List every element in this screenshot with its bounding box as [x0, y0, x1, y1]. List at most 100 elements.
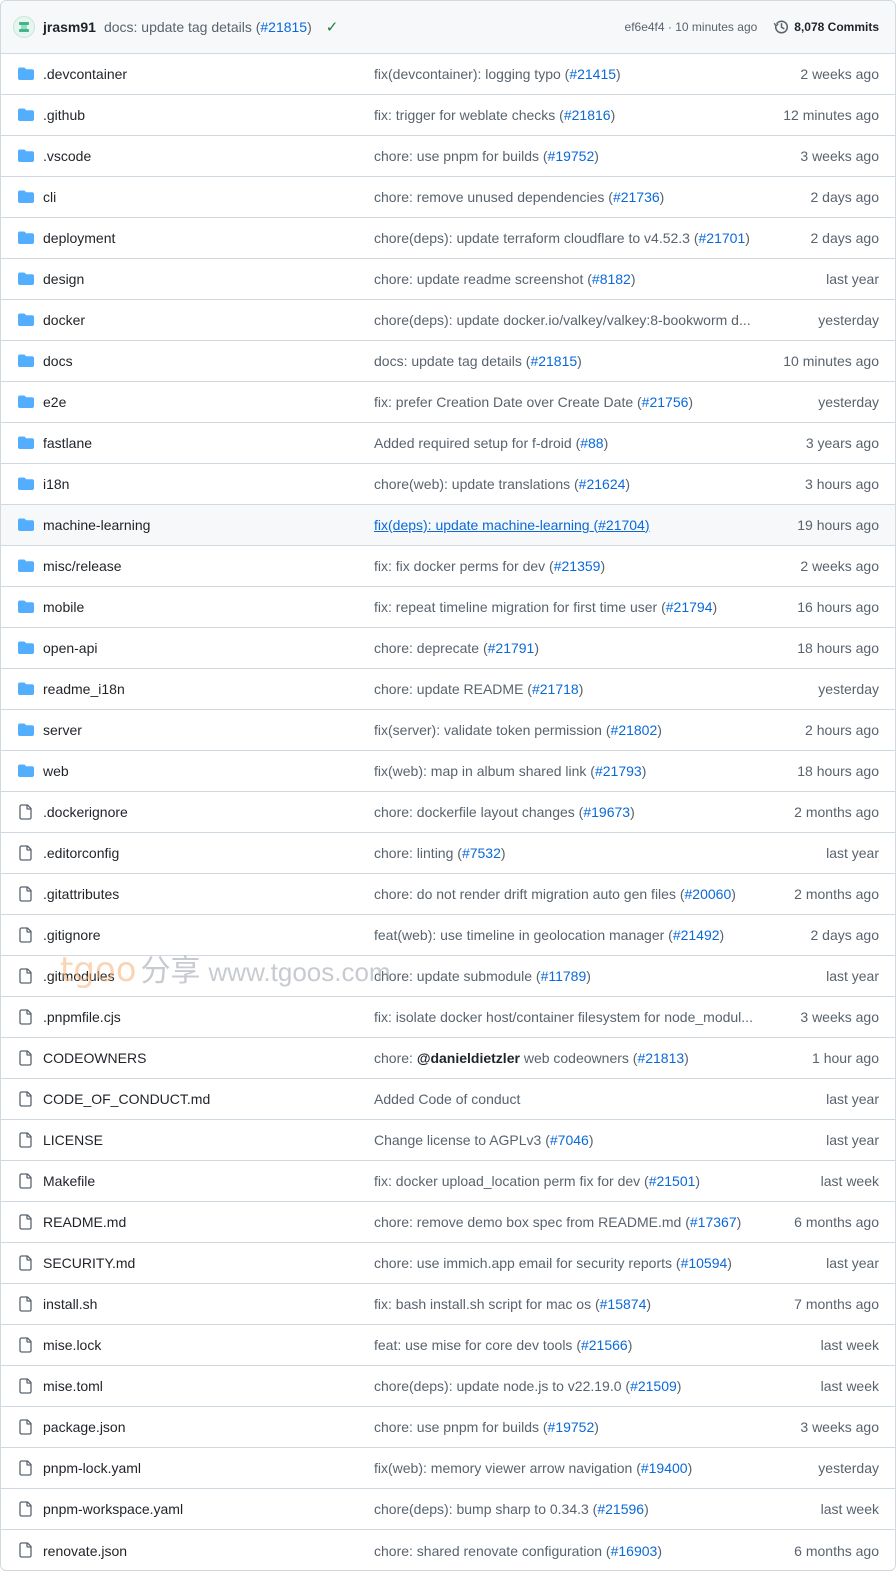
file-row[interactable]: docs docs: update tag details (#21815) 10 …: [1, 341, 895, 382]
file-row[interactable]: i18n chore(web): update translations (#21…: [1, 464, 895, 505]
file-row[interactable]: machine-learning fix(deps): update machin…: [1, 505, 895, 546]
file-name-link[interactable]: .vscode: [43, 148, 91, 164]
commit-message-link[interactable]: chore: deprecate (#21791): [374, 640, 754, 656]
file-name-link[interactable]: .gitattributes: [43, 886, 119, 902]
commit-message-link[interactable]: fix(deps): update machine-learning (#217…: [374, 517, 754, 533]
pr-link[interactable]: #21813: [637, 1050, 684, 1066]
commit-message-link[interactable]: fix: repeat timeline migration for first…: [374, 599, 754, 615]
pr-link[interactable]: #20060: [685, 886, 732, 902]
commit-message-link[interactable]: chore: dockerfile layout changes (#19673…: [374, 804, 754, 820]
commit-pr-link[interactable]: #21815: [260, 19, 307, 35]
file-row[interactable]: CODE_OF_CONDUCT.md Added Code of conduct l…: [1, 1079, 895, 1120]
pr-link[interactable]: #17367: [690, 1214, 737, 1230]
commit-message-link[interactable]: fix: fix docker perms for dev (#21359): [374, 558, 754, 574]
file-row[interactable]: e2e fix: prefer Creation Date over Create…: [1, 382, 895, 423]
pr-link[interactable]: #21802: [611, 722, 658, 738]
file-name-link[interactable]: .gitmodules: [43, 968, 115, 984]
file-row[interactable]: design chore: update readme screenshot (#…: [1, 259, 895, 300]
commit-message-link[interactable]: Change license to AGPLv3 (#7046): [374, 1132, 754, 1148]
pr-link[interactable]: #21501: [649, 1173, 696, 1189]
pr-link[interactable]: #19752: [548, 1419, 595, 1435]
file-name-link[interactable]: .dockerignore: [43, 804, 128, 820]
file-name-link[interactable]: .devcontainer: [43, 66, 127, 82]
pr-link[interactable]: #21624: [579, 476, 626, 492]
pr-link[interactable]: #8182: [592, 271, 631, 287]
commit-message-link[interactable]: feat(web): use timeline in geolocation m…: [374, 927, 754, 943]
file-name-link[interactable]: web: [43, 763, 69, 779]
check-icon[interactable]: ✓: [326, 18, 339, 36]
file-name-link[interactable]: .editorconfig: [43, 845, 119, 861]
pr-link[interactable]: #21509: [630, 1378, 677, 1394]
file-row[interactable]: .editorconfig chore: linting (#7532) last …: [1, 833, 895, 874]
file-name-link[interactable]: open-api: [43, 640, 98, 656]
file-row[interactable]: deployment chore(deps): update terraform …: [1, 218, 895, 259]
file-name-link[interactable]: fastlane: [43, 435, 92, 451]
file-name-link[interactable]: i18n: [43, 476, 69, 492]
commit-message-link[interactable]: fix: bash install.sh script for mac os (…: [374, 1296, 754, 1312]
commit-message-link[interactable]: fix(web): memory viewer arrow navigation…: [374, 1460, 754, 1476]
file-name-link[interactable]: Makefile: [43, 1173, 95, 1189]
file-row[interactable]: SECURITY.md chore: use immich.app email f…: [1, 1243, 895, 1284]
commit-message-link[interactable]: chore: use immich.app email for security…: [374, 1255, 754, 1271]
pr-link[interactable]: #21566: [581, 1337, 628, 1353]
pr-link[interactable]: #21701: [699, 230, 746, 246]
commit-message-link[interactable]: chore(web): update translations (#21624): [374, 476, 754, 492]
file-name-link[interactable]: CODE_OF_CONDUCT.md: [43, 1091, 210, 1107]
commit-message-link[interactable]: fix(server): validate token permission (…: [374, 722, 754, 738]
pr-link[interactable]: #21415: [569, 66, 616, 82]
pr-link[interactable]: #16903: [611, 1543, 658, 1559]
commit-message-link[interactable]: docs: update tag details (#21815): [374, 353, 754, 369]
pr-link[interactable]: #11789: [541, 968, 587, 984]
file-row[interactable]: package.json chore: use pnpm for builds (…: [1, 1407, 895, 1448]
pr-link[interactable]: #21756: [642, 394, 689, 410]
pr-link[interactable]: #7532: [462, 845, 501, 861]
file-row[interactable]: server fix(server): validate token permis…: [1, 710, 895, 751]
pr-link[interactable]: #21816: [564, 107, 611, 123]
file-row[interactable]: cli chore: remove unused dependencies (#2…: [1, 177, 895, 218]
file-name-link[interactable]: pnpm-lock.yaml: [43, 1460, 141, 1476]
pr-link[interactable]: #21791: [488, 640, 535, 656]
commit-message-link[interactable]: chore(deps): update terraform cloudflare…: [374, 230, 754, 246]
file-row[interactable]: CODEOWNERS chore: @danieldietzler web cod…: [1, 1038, 895, 1079]
pr-link[interactable]: #21793: [595, 763, 642, 779]
file-row[interactable]: .github fix: trigger for weblate checks (…: [1, 95, 895, 136]
file-row[interactable]: pnpm-lock.yaml fix(web): memory viewer ar…: [1, 1448, 895, 1489]
pr-link[interactable]: #21359: [554, 558, 601, 574]
file-name-link[interactable]: deployment: [43, 230, 115, 246]
commit-message-link[interactable]: chore: use pnpm for builds (#19752): [374, 148, 754, 164]
file-row[interactable]: .gitmodules chore: update submodule (#117…: [1, 956, 895, 997]
commit-message-link[interactable]: fix: docker upload_location perm fix for…: [374, 1173, 754, 1189]
commit-message-link[interactable]: chore(deps): bump sharp to 0.34.3 (#2159…: [374, 1501, 754, 1517]
file-name-link[interactable]: server: [43, 722, 82, 738]
file-row[interactable]: docker chore(deps): update docker.io/valk…: [1, 300, 895, 341]
file-row[interactable]: misc/release fix: fix docker perms for de…: [1, 546, 895, 587]
file-name-link[interactable]: renovate.json: [43, 1543, 127, 1559]
file-row[interactable]: renovate.json chore: shared renovate conf…: [1, 1530, 895, 1570]
commit-message-link[interactable]: fix: isolate docker host/container files…: [374, 1009, 754, 1025]
file-row[interactable]: README.md chore: remove demo box spec fro…: [1, 1202, 895, 1243]
file-name-link[interactable]: mise.lock: [43, 1337, 101, 1353]
file-name-link[interactable]: readme_i18n: [43, 681, 125, 697]
pr-link[interactable]: #21794: [666, 599, 713, 615]
file-name-link[interactable]: pnpm-workspace.yaml: [43, 1501, 183, 1517]
pr-link[interactable]: #15874: [600, 1296, 647, 1312]
file-row[interactable]: mise.lock feat: use mise for core dev too…: [1, 1325, 895, 1366]
commit-message-link[interactable]: chore: remove demo box spec from README.…: [374, 1214, 754, 1230]
file-row[interactable]: web fix(web): map in album shared link (#…: [1, 751, 895, 792]
file-name-link[interactable]: CODEOWNERS: [43, 1050, 146, 1066]
file-row[interactable]: open-api chore: deprecate (#21791) 18 hour…: [1, 628, 895, 669]
pr-link[interactable]: #21736: [613, 189, 660, 205]
pr-link[interactable]: #88: [580, 435, 603, 451]
file-name-link[interactable]: .github: [43, 107, 85, 123]
commit-message-link[interactable]: Added required setup for f-droid (#88): [374, 435, 754, 451]
commit-message-link[interactable]: chore: @danieldietzler web codeowners (#…: [374, 1050, 754, 1066]
commit-message-link[interactable]: chore: use pnpm for builds (#19752): [374, 1419, 754, 1435]
file-row[interactable]: install.sh fix: bash install.sh script fo…: [1, 1284, 895, 1325]
pr-link[interactable]: #19673: [583, 804, 630, 820]
user-mention[interactable]: @danieldietzler: [417, 1050, 520, 1066]
commit-message-link[interactable]: chore: linting (#7532): [374, 845, 754, 861]
pr-link[interactable]: #21704: [598, 517, 645, 533]
file-row[interactable]: Makefile fix: docker upload_location perm…: [1, 1161, 895, 1202]
file-name-link[interactable]: README.md: [43, 1214, 126, 1230]
file-row[interactable]: .pnpmfile.cjs fix: isolate docker host/co…: [1, 997, 895, 1038]
